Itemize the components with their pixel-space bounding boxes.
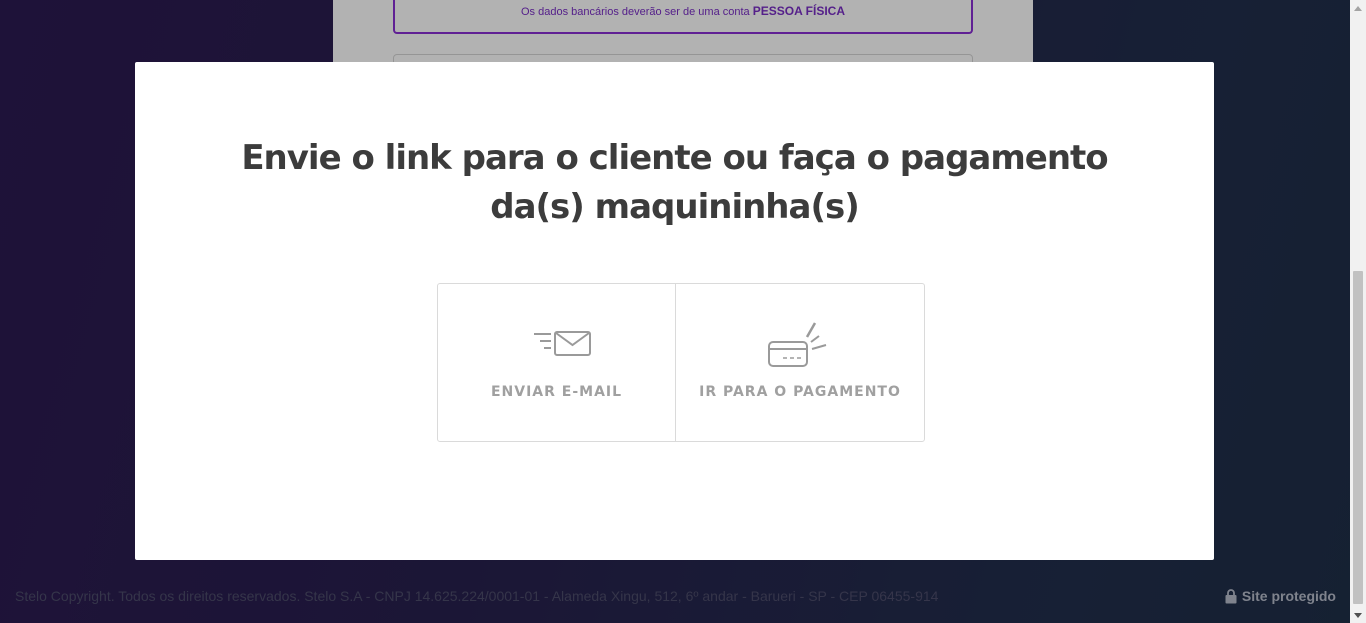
- scroll-thumb[interactable]: [1353, 271, 1363, 604]
- scroll-up-arrow[interactable]: [1350, 0, 1366, 16]
- send-link-modal: Envie o link para o cliente ou faça o pa…: [135, 62, 1214, 560]
- envelope-icon: [534, 331, 591, 356]
- modal-title: Envie o link para o cliente ou faça o pa…: [241, 138, 1108, 227]
- credit-card-icon: [768, 322, 827, 367]
- send-email-label: ENVIAR E-MAIL: [490, 384, 623, 400]
- chevron-down-icon: [1354, 612, 1362, 618]
- page-scrollbar[interactable]: [1350, 0, 1366, 623]
- chevron-up-icon: [1354, 5, 1362, 11]
- options-group: ENVIAR E-MAIL IR PARA O PAGAMENTO: [437, 283, 925, 442]
- go-to-payment-button[interactable]: IR PARA O PAGAMENTO: [676, 284, 924, 441]
- scroll-down-arrow[interactable]: [1350, 607, 1366, 623]
- send-email-button[interactable]: ENVIAR E-MAIL: [438, 284, 676, 441]
- go-to-payment-label: IR PARA O PAGAMENTO: [699, 384, 901, 400]
